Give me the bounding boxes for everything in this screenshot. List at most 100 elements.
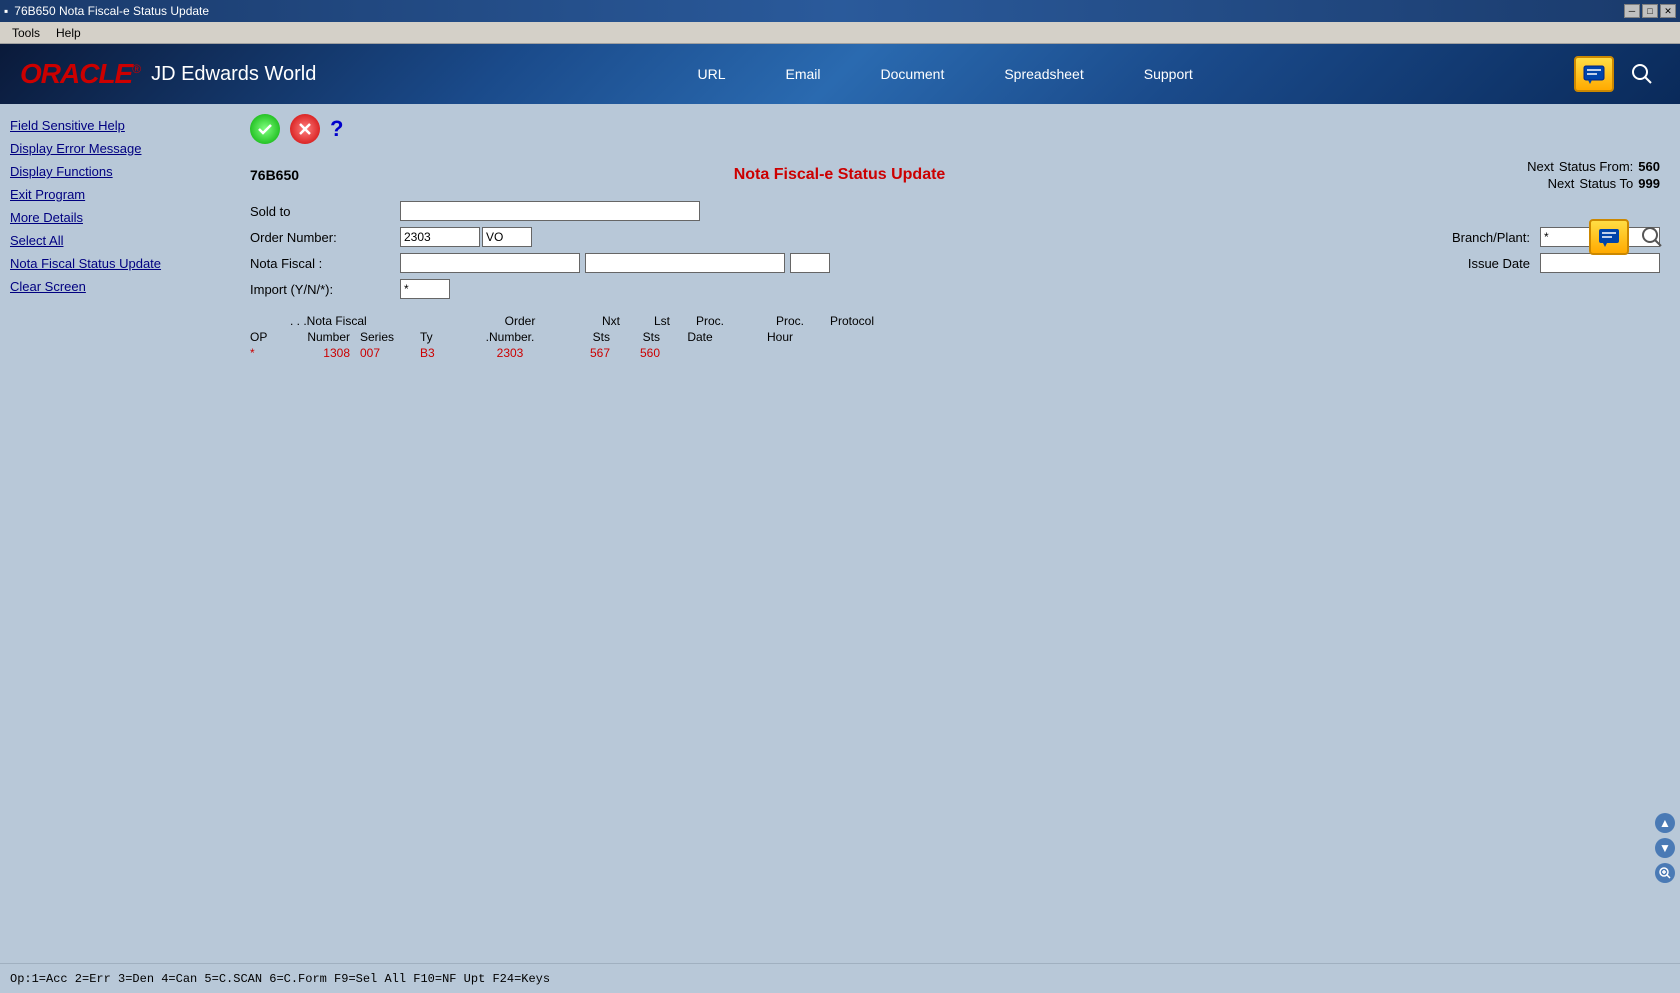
title-bar-left: ▪ 76B650 Nota Fiscal-e Status Update [4, 4, 209, 18]
sidebar-item-clear-screen[interactable]: Clear Screen [0, 275, 230, 298]
status-bar: Op:1=Acc 2=Err 3=Den 4=Can 5=C.SCAN 6=C.… [0, 963, 1680, 993]
col-header-order: Order [470, 314, 570, 328]
col-header-hour2: Hour [740, 330, 820, 344]
nota-fiscal-input-1[interactable] [400, 253, 580, 273]
order-number-input[interactable] [400, 227, 480, 247]
maximize-button[interactable]: □ [1642, 4, 1658, 18]
nota-fiscal-input-3[interactable] [790, 253, 830, 273]
col-header-op [250, 314, 290, 328]
next-status-to-label2: Status To [1579, 176, 1633, 191]
table-header-2: OP Number Series Ty .Number. Sts Sts Dat… [250, 330, 1660, 344]
form-header-row: 76B650 Nota Fiscal-e Status Update Next … [250, 159, 1660, 191]
scroll-up-button[interactable]: ▲ [1655, 813, 1675, 833]
toolbar: ? [250, 114, 1660, 144]
next-status-to-label: Next [1548, 176, 1575, 191]
sidebar-item-display-error-message[interactable]: Display Error Message [0, 137, 230, 160]
nav-url[interactable]: URL [698, 66, 726, 82]
sidebar-item-display-functions[interactable]: Display Functions [0, 160, 230, 183]
row-nxt: 567 [560, 346, 610, 360]
row-number: 1308 [290, 346, 360, 360]
main-content: Field Sensitive Help Display Error Messa… [0, 104, 1680, 963]
order-type-input[interactable] [482, 227, 532, 247]
sold-to-input[interactable] [400, 201, 700, 221]
col-header-lst1: Lst [620, 314, 670, 328]
row-series: 007 [360, 346, 420, 360]
title-bar: ▪ 76B650 Nota Fiscal-e Status Update ─ □… [0, 0, 1680, 22]
menu-bar: Tools Help [0, 22, 1680, 44]
row-ty: B3 [420, 346, 460, 360]
data-table: . . .Nota Fiscal Order Nxt Lst Proc. Pro… [250, 314, 1660, 360]
sidebar-item-nota-fiscal-status-update[interactable]: Nota Fiscal Status Update [0, 252, 230, 275]
chat-icon-button[interactable] [1574, 56, 1614, 92]
col-header-nxt1: Nxt [570, 314, 620, 328]
help-button[interactable]: ? [330, 116, 343, 142]
header-icons [1574, 56, 1660, 92]
title-bar-icon: ▪ [4, 4, 8, 18]
col-header-order-sub: .Number. [460, 330, 560, 344]
table-header-1: . . .Nota Fiscal Order Nxt Lst Proc. Pro… [250, 314, 1660, 328]
registered-mark: ® [132, 62, 141, 76]
nota-fiscal-input-2[interactable] [585, 253, 785, 273]
issue-date-input[interactable] [1540, 253, 1660, 273]
col-header-op2: OP [250, 330, 290, 344]
import-label: Import (Y/N/*): [250, 282, 400, 297]
sold-to-row: Sold to [250, 201, 1660, 221]
scroll-buttons: ▲ ▼ [1655, 813, 1675, 883]
nav-support[interactable]: Support [1144, 66, 1193, 82]
col-header-proc1: Proc. [670, 314, 750, 328]
col-header-series: Series [360, 330, 420, 344]
scroll-down-button[interactable]: ▼ [1655, 838, 1675, 858]
form-title: Nota Fiscal-e Status Update [299, 166, 1380, 184]
status-text: Op:1=Acc 2=Err 3=Den 4=Can 5=C.SCAN 6=C.… [10, 972, 550, 986]
cancel-button[interactable] [290, 114, 320, 144]
table-row: * 1308 007 B3 2303 567 560 [250, 346, 1660, 360]
col-header-lst2: Sts [610, 330, 660, 344]
sold-to-label: Sold to [250, 204, 400, 219]
menu-help[interactable]: Help [48, 24, 89, 42]
row-lst: 560 [610, 346, 660, 360]
nav-spreadsheet[interactable]: Spreadsheet [1004, 66, 1083, 82]
branch-plant-label: Branch/Plant: [1380, 230, 1530, 245]
form-area: ? 76B [230, 104, 1680, 963]
sidebar-item-exit-program[interactable]: Exit Program [0, 183, 230, 206]
form-id: 76B650 [250, 167, 299, 183]
search-icon-button-2[interactable] [1634, 219, 1670, 255]
oracle-text: ORACLE [20, 58, 132, 90]
nav-email[interactable]: Email [786, 66, 821, 82]
import-input[interactable] [400, 279, 450, 299]
sidebar-item-more-details[interactable]: More Details [0, 206, 230, 229]
next-status-from-label2: Status From: [1559, 159, 1633, 174]
search-icon-button[interactable] [1624, 56, 1660, 92]
next-status-from-label: Next [1527, 159, 1554, 174]
sidebar: Field Sensitive Help Display Error Messa… [0, 104, 230, 963]
col-header-number: Number [290, 330, 360, 344]
minimize-button[interactable]: ─ [1624, 4, 1640, 18]
nav-links: URL Email Document Spreadsheet Support [698, 66, 1193, 82]
col-header-hour1: Proc. [750, 314, 830, 328]
chat-icon-button-2[interactable] [1589, 219, 1629, 255]
sidebar-item-field-sensitive-help[interactable]: Field Sensitive Help [0, 114, 230, 137]
next-status-from-value: 560 [1638, 159, 1660, 174]
oracle-header: ORACLE ® JD Edwards World URL Email Docu… [0, 44, 1680, 104]
col-header-proc2: Date [660, 330, 740, 344]
row-order: 2303 [460, 346, 560, 360]
nota-fiscal-label: Nota Fiscal : [250, 256, 400, 271]
import-row: Import (Y/N/*): [250, 279, 1660, 299]
nota-fiscal-row: Nota Fiscal : Issue Date [250, 253, 1660, 273]
order-number-label: Order Number: [250, 230, 400, 245]
jde-text: JD Edwards World [151, 63, 316, 86]
col-header-ty: Ty [420, 330, 460, 344]
order-number-row: Order Number: Branch/Plant: [250, 227, 1660, 247]
issue-date-label: Issue Date [1380, 256, 1530, 271]
menu-tools[interactable]: Tools [4, 24, 48, 42]
scroll-zoom-button[interactable] [1655, 863, 1675, 883]
title-bar-controls: ─ □ ✕ [1624, 4, 1676, 18]
confirm-button[interactable] [250, 114, 280, 144]
col-header-protocol: Protocol [830, 314, 950, 328]
col-header-nxt2: Sts [560, 330, 610, 344]
oracle-logo: ORACLE ® JD Edwards World [20, 58, 316, 90]
nav-document[interactable]: Document [881, 66, 945, 82]
close-button[interactable]: ✕ [1660, 4, 1676, 18]
sidebar-item-select-all[interactable]: Select All [0, 229, 230, 252]
nota-fiscal-header: . . .Nota Fiscal [290, 314, 470, 328]
